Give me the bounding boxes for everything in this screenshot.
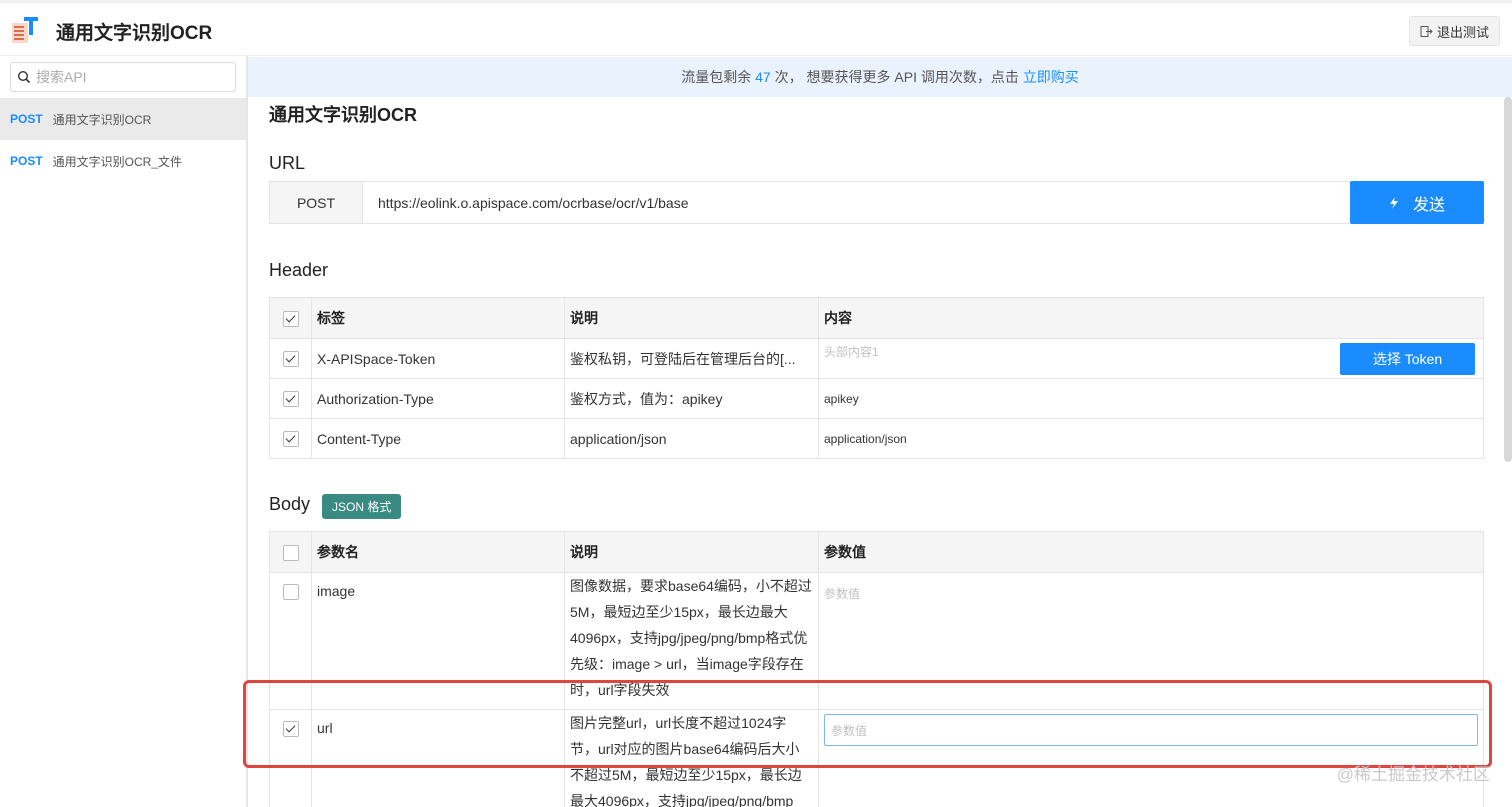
buy-now-link[interactable]: 立即购买 (1023, 67, 1079, 87)
exit-test-button[interactable]: 退出测试 (1408, 16, 1500, 46)
header-col-desc: 说明 (564, 297, 819, 339)
header-select-all-cell (269, 297, 312, 339)
url-input[interactable]: https://eolink.o.apispace.com/ocrbase/oc… (363, 182, 1350, 223)
table-row: Authorization-Type 鉴权方式，值为：apikey apikey (269, 378, 1484, 419)
select-token-button[interactable]: 选择 Token (1340, 342, 1475, 375)
method-select[interactable]: POST (270, 182, 363, 223)
send-label: 发送 (1412, 196, 1445, 214)
header-desc-cell: 鉴权私钥，可登陆后在管理后台的[... (564, 338, 819, 379)
url-bar: POST https://eolink.o.apispace.com/ocrba… (269, 181, 1484, 224)
body-col-name: 参数名 (311, 531, 565, 573)
header-value-cell[interactable]: apikey (818, 378, 1484, 419)
row-checkbox[interactable] (282, 391, 299, 408)
header-value-cell[interactable]: application/json (818, 418, 1484, 459)
row-checkbox[interactable] (282, 431, 299, 448)
highlight-frame (243, 680, 1492, 768)
row-checkbox-cell (269, 378, 312, 419)
body-select-all-checkbox[interactable] (282, 544, 299, 561)
table-row: X-APISpace-Token 鉴权私钥，可登陆后在管理后台的[... 头部内… (269, 338, 1484, 379)
scrollbar[interactable] (1504, 97, 1512, 462)
search-box[interactable] (10, 62, 236, 92)
search-input[interactable] (34, 68, 228, 86)
banner-prefix: 流量包剩余 (681, 69, 752, 85)
row-checkbox[interactable] (282, 351, 299, 368)
row-checkbox-cell (269, 418, 312, 459)
json-format-badge: JSON 格式 (322, 494, 402, 519)
header-col-name: 标签 (311, 297, 565, 339)
sidebar-item-method: POST (10, 154, 43, 168)
url-section-title: URL (269, 153, 306, 173)
header-value-cell[interactable]: 头部内容1 选择 Token (818, 338, 1484, 379)
header-name-cell: Authorization-Type (311, 378, 565, 419)
banner-text: 次， 想要获得更多 API 调用次数，点击 (774, 69, 1019, 85)
page-title: 通用文字识别OCR (269, 105, 417, 125)
header-col-value: 内容 (818, 297, 1484, 339)
row-checkbox[interactable] (282, 584, 299, 601)
sidebar-item-ocr-file[interactable]: POST 通用文字识别OCR_文件 (0, 140, 246, 182)
banner-count: 47 (755, 69, 771, 85)
header-name-cell: Content-Type (311, 418, 565, 459)
app-logo-icon (12, 17, 38, 43)
quota-banner: 流量包剩余 47 次， 想要获得更多 API 调用次数，点击 立即购买 (248, 57, 1512, 97)
sidebar-item-label: 通用文字识别OCR_文件 (52, 154, 183, 169)
header-desc-cell: 鉴权方式，值为：apikey (564, 378, 819, 419)
search-icon (17, 70, 31, 84)
lightning-icon (1389, 196, 1398, 209)
sidebar-item-method: POST (10, 112, 43, 126)
app-title: 通用文字识别OCR (56, 23, 213, 44)
body-section-title: Body (269, 494, 311, 514)
exit-icon (1420, 25, 1433, 37)
header-value-input[interactable]: 头部内容1 (824, 345, 879, 359)
row-checkbox-cell (269, 338, 312, 379)
top-bar: 通用文字识别OCR 退出测试 (0, 0, 1512, 56)
sidebar: POST 通用文字识别OCR POST 通用文字识别OCR_文件 (0, 56, 248, 807)
table-row: Content-Type application/json applicatio… (269, 418, 1484, 459)
body-select-all-cell (269, 531, 312, 573)
header-desc-cell: application/json (564, 418, 819, 459)
body-col-value: 参数值 (818, 531, 1484, 573)
sidebar-item-label: 通用文字识别OCR (52, 112, 152, 127)
send-button[interactable]: 发送 (1350, 181, 1484, 224)
sidebar-item-ocr[interactable]: POST 通用文字识别OCR (0, 98, 246, 140)
param-value-input[interactable]: 参数值 (824, 587, 860, 601)
header-name-cell: X-APISpace-Token (311, 338, 565, 379)
watermark: @稀土掘金技术社区 (1336, 765, 1490, 784)
exit-test-label: 退出测试 (1436, 24, 1489, 40)
body-col-desc: 说明 (564, 531, 819, 573)
header-table: 标签 说明 内容 X-APISpace-Token 鉴权私钥，可登陆后在管理后台… (269, 297, 1484, 459)
header-section-title: Header (269, 260, 329, 280)
header-select-all-checkbox[interactable] (282, 310, 299, 327)
